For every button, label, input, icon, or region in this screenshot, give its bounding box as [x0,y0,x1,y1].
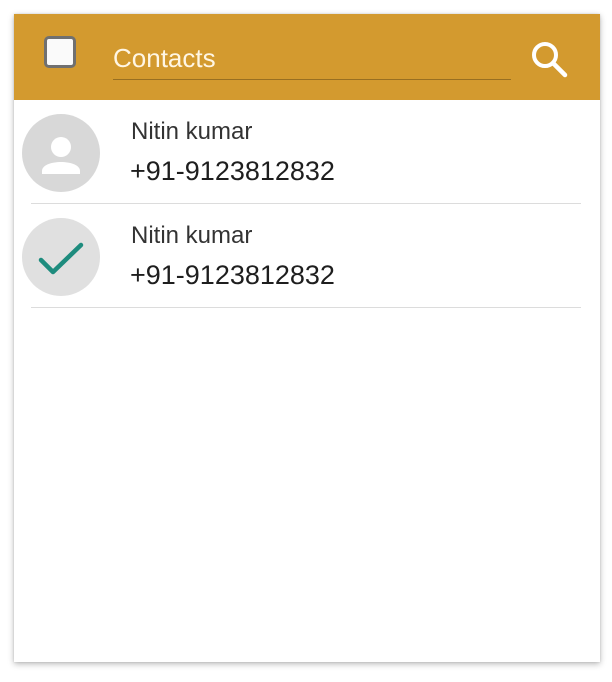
person-icon [42,137,80,174]
contact-row-selected[interactable]: Nitin kumar +91-9123812832 [14,204,600,308]
contact-phone: +91-9123812832 [130,156,335,186]
search-button[interactable] [528,38,572,82]
contact-row[interactable]: Nitin kumar +91-9123812832 [14,100,600,204]
avatar-selected [22,218,100,296]
contact-picker-card: Nitin kumar +91-9123812832 Nitin kumar +… [14,14,600,662]
contact-name: Nitin kumar [131,118,253,145]
select-all-checkbox[interactable] [44,36,76,68]
checkmark-icon [38,242,84,275]
contact-phone: +91-9123812832 [130,260,335,290]
search-icon [532,42,568,78]
app-bar [14,14,600,100]
row-divider [31,307,581,308]
avatar [22,114,100,192]
contact-name: Nitin kumar [131,222,253,249]
contacts-search-input[interactable] [113,38,511,80]
